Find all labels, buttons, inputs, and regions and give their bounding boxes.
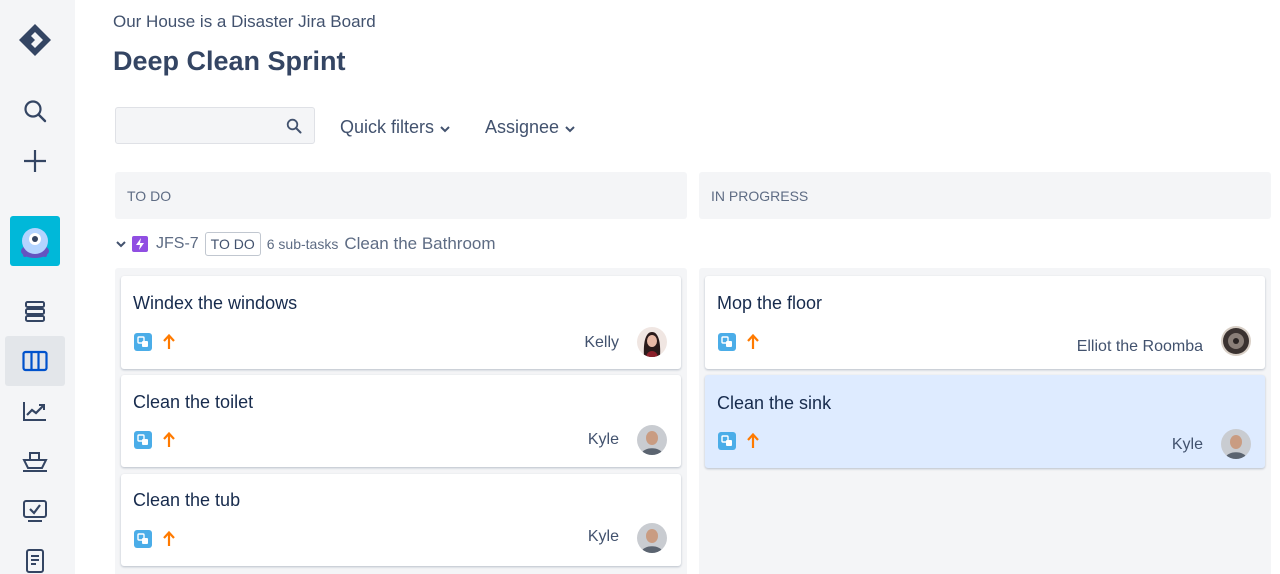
card-title: Windex the windows: [133, 293, 298, 313]
issue-card[interactable]: Clean the tub Kyle: [121, 474, 681, 566]
card-title: Clean the toilet: [133, 392, 254, 412]
subtask-icon: [718, 333, 736, 351]
reports-icon[interactable]: [0, 394, 70, 428]
subtask-icon: [718, 432, 736, 450]
assignee-name: Elliot the Roomba: [1076, 338, 1203, 355]
column-title: TO DO: [127, 187, 172, 204]
issue-card[interactable]: Windex the windows Kelly: [121, 276, 681, 369]
chevron-down-icon: [565, 117, 575, 138]
create-icon[interactable]: [0, 144, 70, 178]
card-title: Clean the sink: [717, 393, 832, 413]
jira-logo-icon[interactable]: [0, 20, 70, 60]
column-title: IN PROGRESS: [711, 187, 809, 204]
project-avatar[interactable]: [10, 216, 60, 266]
assignee-label: Assignee: [485, 116, 560, 137]
high-priority-icon: [161, 530, 177, 548]
status-badge: TO DO: [204, 232, 261, 256]
column-header-in-progress: IN PROGRESS: [699, 172, 1271, 219]
search-field[interactable]: [115, 107, 315, 144]
high-priority-icon: [745, 432, 761, 450]
chevron-down-icon: [440, 117, 450, 138]
issue-card[interactable]: Mop the floor Elliot the Roomba: [705, 276, 1265, 369]
high-priority-icon: [161, 431, 177, 449]
issue-card-selected[interactable]: Clean the sink Kyle: [705, 375, 1265, 468]
assignee-name: Kelly: [584, 334, 619, 351]
high-priority-icon: [161, 333, 177, 351]
lightning-icon: [132, 236, 148, 252]
subtask-icon: [134, 530, 152, 548]
avatar[interactable]: [1221, 429, 1251, 459]
chevron-down-icon[interactable]: [114, 240, 128, 248]
quick-filters-label: Quick filters: [340, 116, 435, 137]
subtask-icon: [134, 431, 152, 449]
quick-filters-dropdown[interactable]: Quick filters: [340, 114, 450, 140]
avatar[interactable]: [1221, 326, 1251, 356]
swimlane-header[interactable]: JFS-7 TO DO 6 sub-tasks Clean the Bathro…: [114, 232, 496, 256]
avatar[interactable]: [637, 425, 667, 455]
avatar[interactable]: [637, 523, 667, 553]
card-title: Clean the tub: [133, 490, 241, 510]
search-input[interactable]: [116, 108, 314, 143]
assignee-dropdown[interactable]: Assignee: [485, 114, 575, 140]
assignee-name: Kyle: [1171, 436, 1203, 453]
high-priority-icon: [745, 333, 761, 351]
column-header-todo: TO DO: [115, 172, 687, 219]
breadcrumb[interactable]: Our House is a Disaster Jira Board: [113, 12, 376, 32]
card-title: Mop the floor: [717, 293, 823, 313]
board-icon[interactable]: [0, 344, 70, 378]
assignee-name: Kyle: [587, 528, 619, 545]
avatar[interactable]: [637, 327, 667, 357]
releases-icon[interactable]: [0, 444, 70, 478]
backlog-icon[interactable]: [0, 294, 70, 328]
subtask-icon: [134, 333, 152, 351]
issue-card[interactable]: Clean the toilet Kyle: [121, 375, 681, 467]
page-title: Deep Clean Sprint: [113, 46, 346, 76]
search-icon: [286, 118, 302, 139]
assignee-name: Kyle: [587, 431, 619, 448]
pages-icon[interactable]: [0, 544, 70, 574]
issues-icon[interactable]: [0, 494, 70, 528]
issue-key[interactable]: JFS-7: [156, 235, 199, 253]
search-icon[interactable]: [0, 94, 70, 128]
global-sidebar: [0, 0, 75, 574]
subtask-count: 6 sub-tasks: [266, 236, 339, 252]
swimlane-title: Clean the Bathroom: [344, 234, 496, 253]
